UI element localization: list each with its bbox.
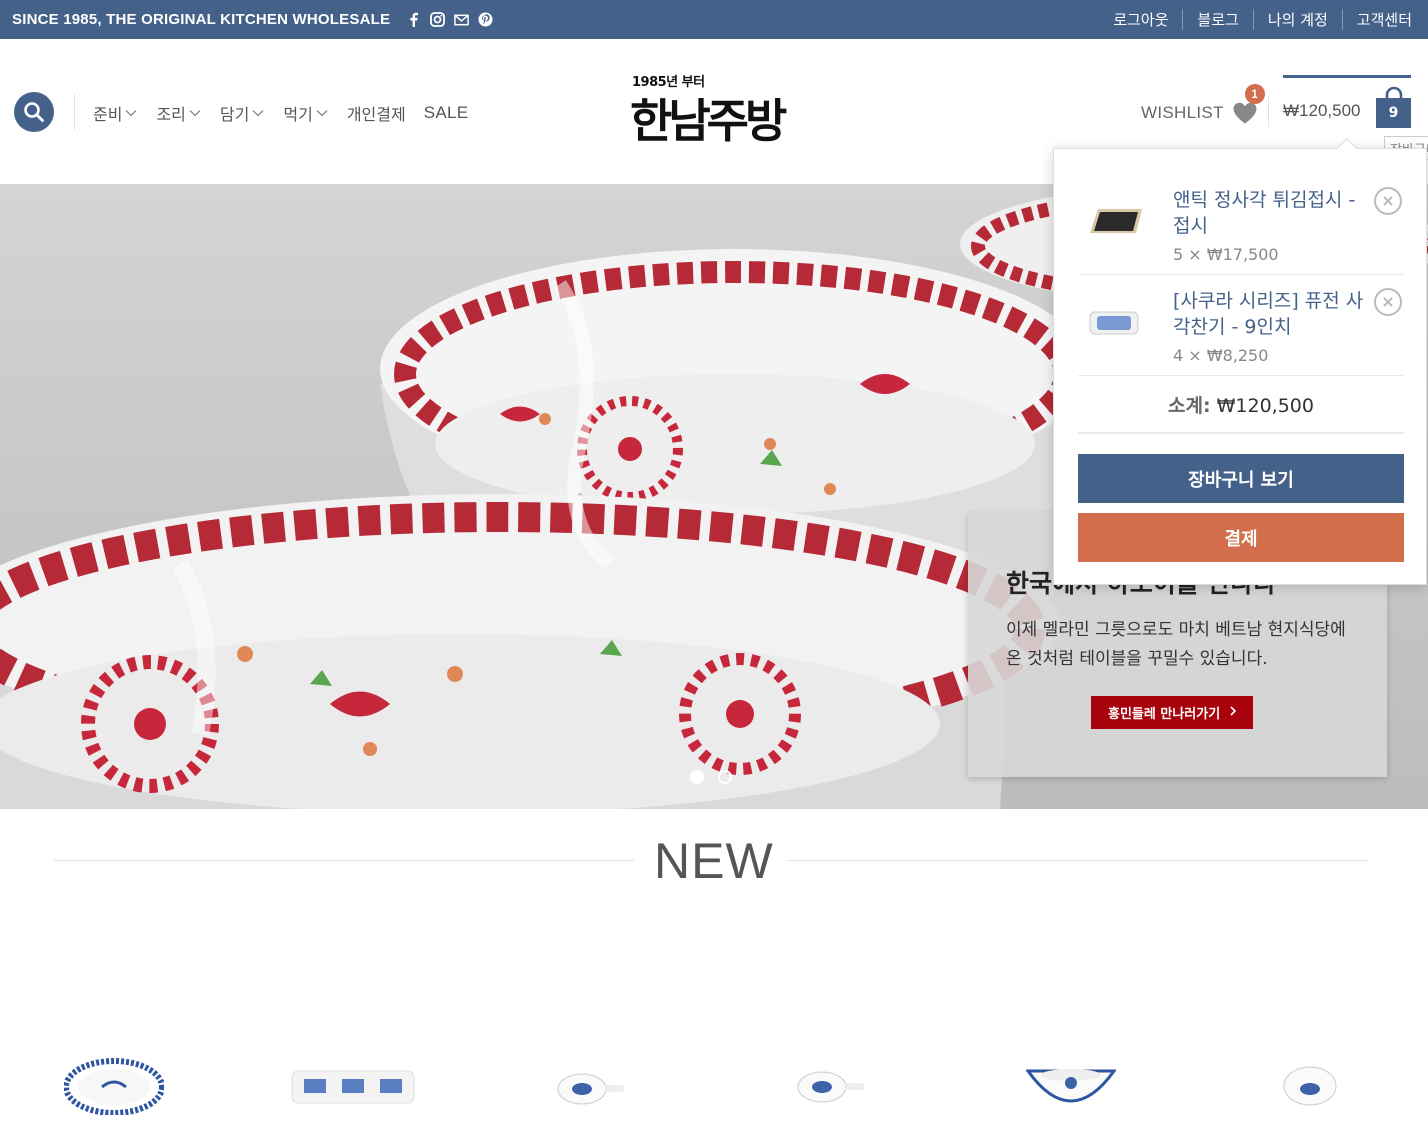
times-sign: ×	[1188, 245, 1202, 264]
my-account-link[interactable]: 나의 계정	[1252, 9, 1342, 30]
close-icon	[1383, 297, 1393, 307]
view-cart-button[interactable]: 장바구니 보기	[1078, 454, 1404, 503]
item-divider	[1078, 375, 1404, 376]
site-logo[interactable]: 1985년 부터 한남주방	[630, 71, 800, 157]
nav-item-label: 담기	[219, 105, 250, 124]
remove-item-button[interactable]	[1374, 288, 1402, 316]
search-button[interactable]	[14, 92, 54, 132]
slider-dot-2[interactable]	[718, 770, 732, 784]
remove-item-button[interactable]	[1374, 187, 1402, 215]
chevron-down-icon	[125, 109, 137, 117]
divider-line	[788, 860, 1368, 861]
nav-item-label: SALE	[423, 103, 469, 122]
mail-icon[interactable]	[454, 12, 469, 27]
chevron-right-icon	[1230, 705, 1237, 720]
heart-icon: 1	[1232, 84, 1265, 125]
logout-link[interactable]: 로그아웃	[1099, 9, 1182, 30]
product-thumbnail[interactable]	[1088, 205, 1144, 237]
account-links: 로그아웃 블로그 나의 계정 고객센터	[1099, 9, 1416, 30]
nav-item-cook[interactable]: 조리	[156, 101, 201, 125]
nav-item-personal-payment[interactable]: 개인결제	[347, 101, 406, 125]
chevron-down-icon	[189, 109, 201, 117]
search-icon	[24, 102, 44, 122]
product-image[interactable]	[1026, 1061, 1116, 1111]
nav-item-label: 먹기	[283, 105, 313, 124]
nav-divider	[74, 94, 75, 130]
divider-line	[54, 860, 634, 861]
pinterest-icon[interactable]	[478, 12, 493, 27]
blog-link[interactable]: 블로그	[1182, 9, 1252, 30]
subtotal-value: ₩120,500	[1216, 395, 1314, 417]
instagram-icon[interactable]	[430, 12, 446, 27]
cart-item-name[interactable]: [사쿠라 시리즈] 퓨전 사각찬기 - 9인치	[1173, 288, 1373, 340]
nav-item-label: 조리	[156, 105, 186, 124]
top-bar: SINCE 1985, THE ORIGINAL KITCHEN WHOLESA…	[0, 0, 1428, 39]
product-image[interactable]	[290, 1067, 416, 1107]
subtotal-label: 소계:	[1168, 395, 1211, 417]
product-image[interactable]	[1282, 1065, 1338, 1107]
hero-cta-button[interactable]: 홍민들레 만나러가기	[1091, 696, 1254, 729]
section-title: NEW	[654, 833, 774, 889]
tagline: SINCE 1985, THE ORIGINAL KITCHEN WHOLESA…	[12, 11, 391, 28]
checkout-button[interactable]: 결제	[1078, 513, 1404, 562]
hero-cta-label: 홍민들레 만나러가기	[1108, 707, 1221, 722]
nav-item-prepare[interactable]: 준비	[93, 101, 137, 125]
nav-item-label: 준비	[93, 105, 123, 124]
chevron-down-icon	[252, 109, 264, 117]
slider-dots	[690, 770, 732, 784]
cart-count: 9	[1376, 98, 1411, 128]
cart-divider	[1268, 95, 1269, 127]
cart-item-quantity: 4 × ₩8,250	[1173, 346, 1268, 365]
product-image[interactable]	[64, 1055, 164, 1115]
wishlist-link[interactable]: WISHLIST 1	[1141, 84, 1265, 125]
wishlist-count-badge: 1	[1244, 84, 1265, 104]
product-grid	[0, 1055, 1428, 1125]
nav-item-sale[interactable]: SALE	[424, 101, 469, 125]
slider-dot-1[interactable]	[690, 770, 704, 784]
nav-item-serve[interactable]: 담기	[220, 101, 264, 125]
customer-center-link[interactable]: 고객센터	[1341, 9, 1416, 30]
cart-item-quantity: 5 × ₩17,500	[1173, 245, 1279, 264]
hero-description: 이제 멜라민 그릇으로도 마치 베트남 현지식당에 온 것처럼 테이블을 꾸밀수…	[1006, 620, 1346, 669]
wishlist-label: WISHLIST	[1141, 103, 1224, 122]
product-thumbnail[interactable]	[1088, 308, 1140, 338]
cart-item-name[interactable]: 앤틱 정사각 튀김접시 - 접시	[1173, 187, 1373, 239]
chevron-down-icon	[316, 109, 328, 117]
social-links	[406, 12, 493, 27]
main-nav: 준비 조리 담기 먹기 개인결제 SALE	[93, 101, 486, 125]
cart-total[interactable]: ₩120,500	[1283, 101, 1361, 121]
facebook-icon[interactable]	[406, 12, 421, 27]
item-divider	[1078, 274, 1404, 275]
product-image[interactable]	[796, 1069, 866, 1105]
product-image[interactable]	[556, 1071, 626, 1107]
nav-item-eat[interactable]: 먹기	[283, 101, 328, 125]
logo-text: 한남주방	[630, 94, 787, 148]
times-sign: ×	[1188, 346, 1202, 365]
quantity-value: 4	[1173, 346, 1184, 365]
mini-cart-dropdown: 앤틱 정사각 튀김접시 - 접시 5 × ₩17,500 [사쿠라 시리즈] 퓨…	[1053, 138, 1427, 585]
item-price: ₩8,250	[1206, 346, 1269, 365]
cart-active-indicator	[1283, 75, 1411, 78]
cart-button[interactable]: 9	[1376, 86, 1411, 128]
close-icon	[1383, 196, 1393, 206]
cart-subtotal: 소계: ₩120,500	[1078, 391, 1404, 418]
quantity-value: 5	[1173, 245, 1184, 264]
item-price: ₩17,500	[1206, 245, 1279, 264]
nav-item-label: 개인결제	[346, 105, 406, 124]
new-section-header: NEW	[54, 830, 1368, 890]
subtotal-divider	[1078, 432, 1404, 434]
